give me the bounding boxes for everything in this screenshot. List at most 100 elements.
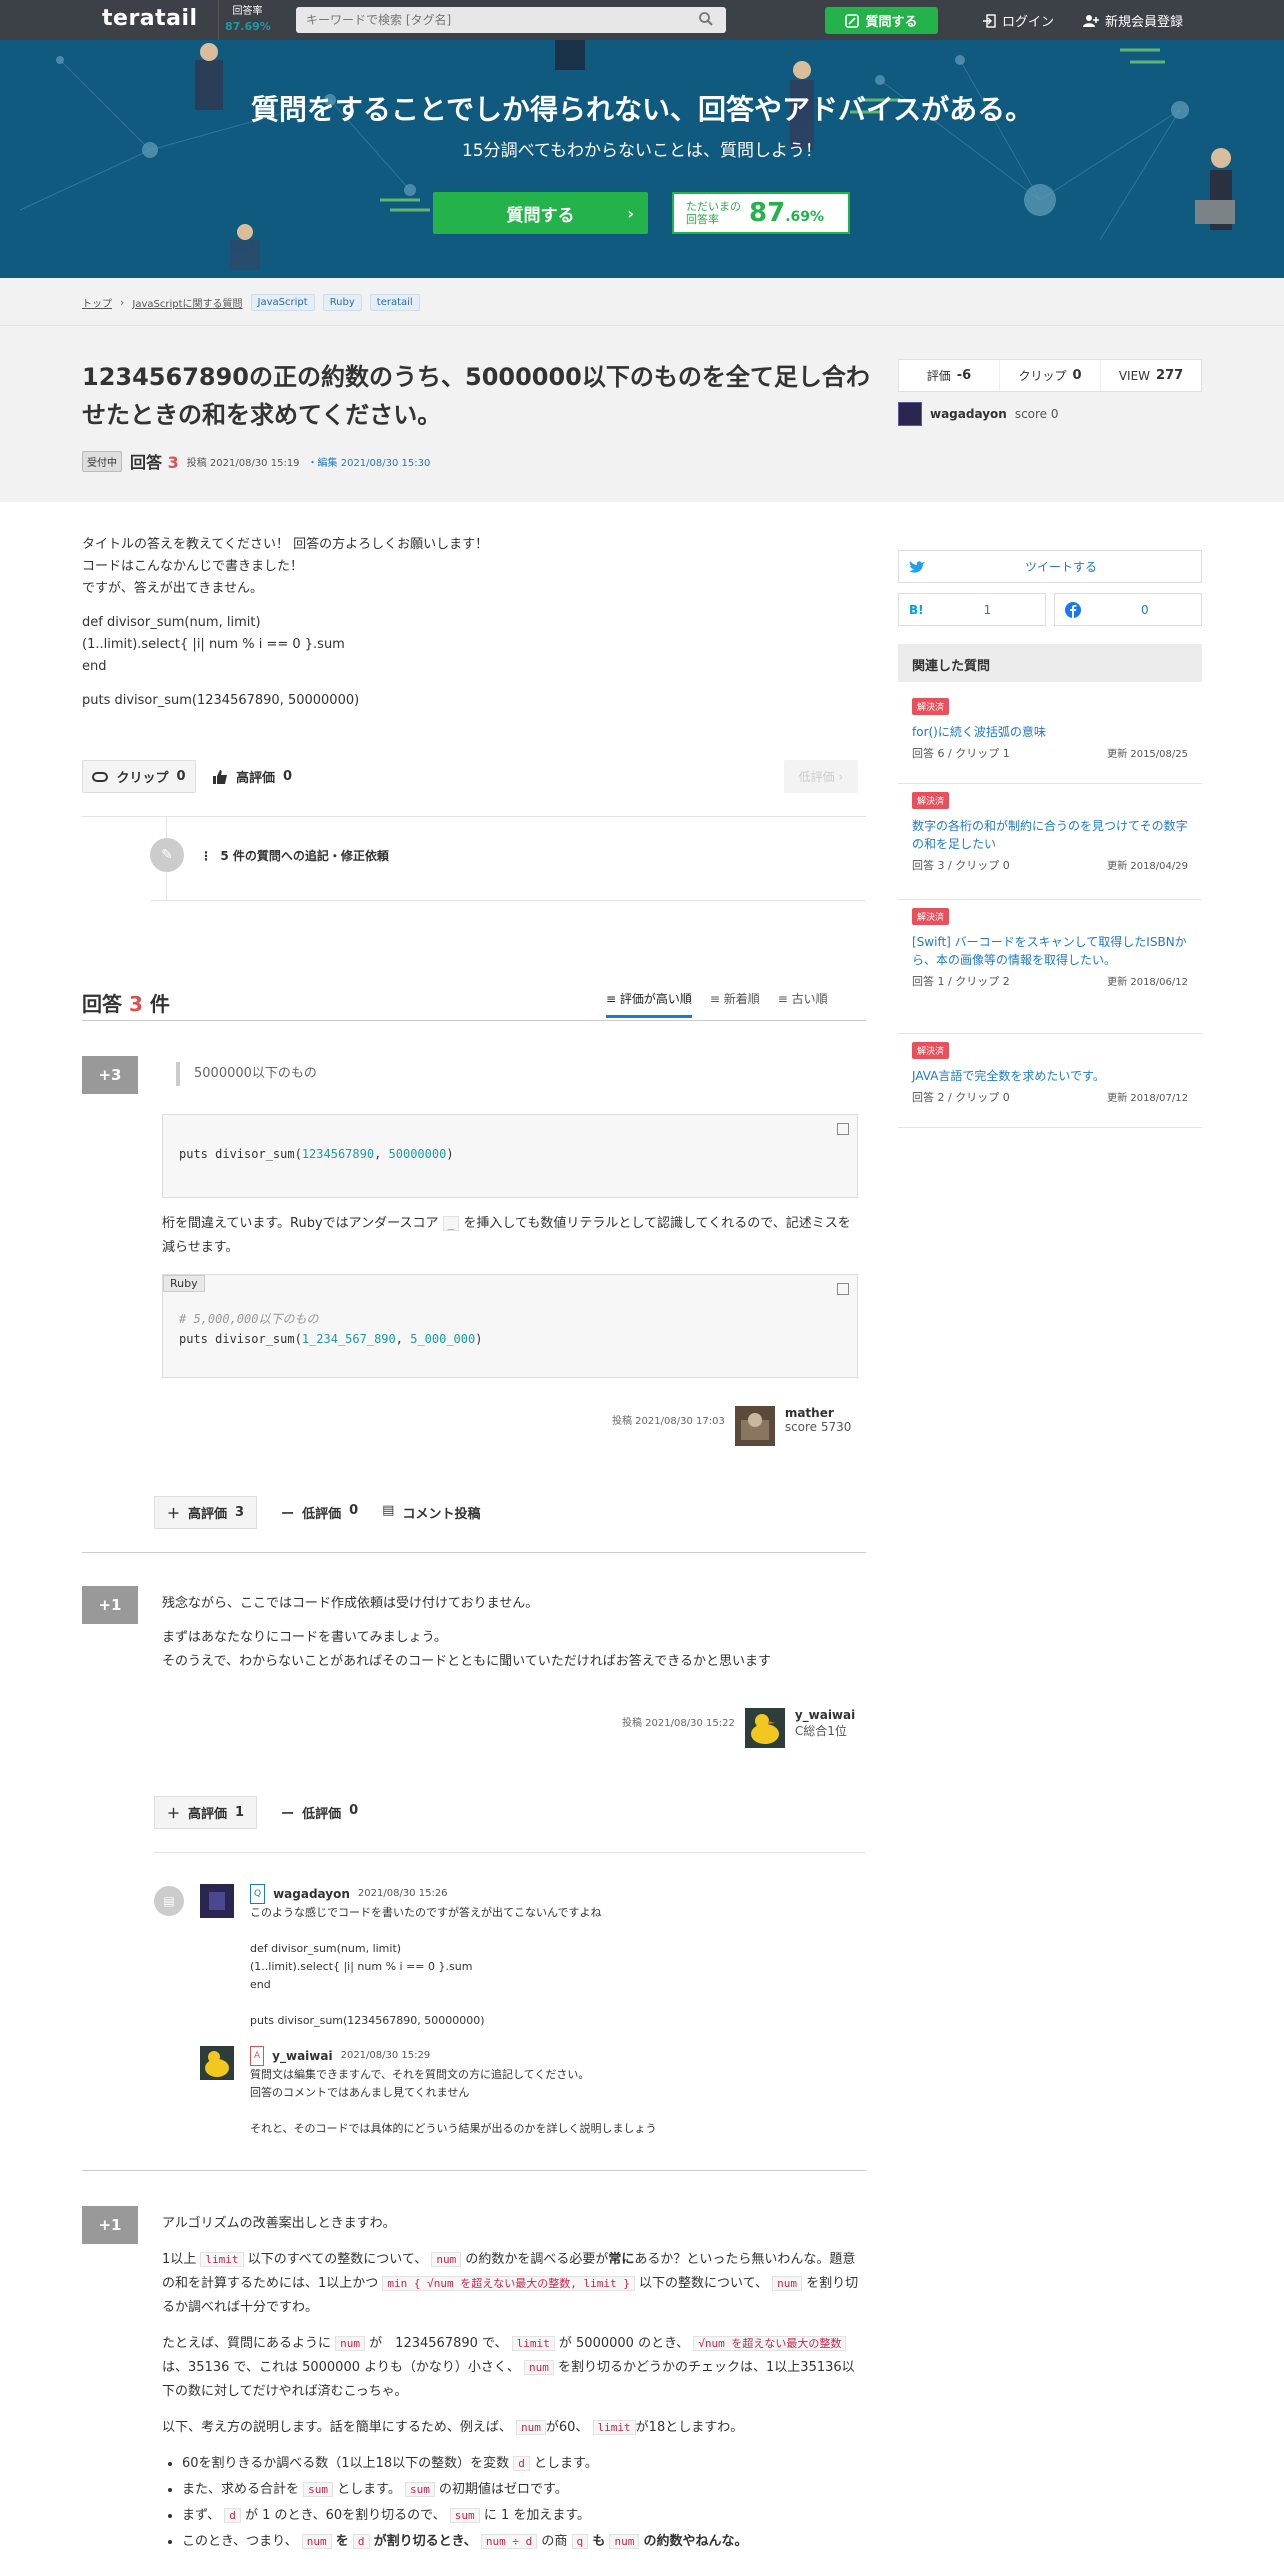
tag-javascript[interactable]: JavaScript: [250, 294, 315, 311]
avatar[interactable]: [734, 1406, 775, 1446]
question-title: 1234567890の正の約数のうち、5000000以下のものを全て足し合わせた…: [82, 363, 870, 429]
tag-ruby[interactable]: Ruby: [322, 294, 362, 311]
related-question-link[interactable]: for()に続く波括弧の意味: [912, 723, 1188, 741]
login-icon: [983, 13, 996, 28]
related-question-link[interactable]: 数字の各桁の和が制約に合うのを見つけてその数字の和を足したい: [912, 817, 1188, 853]
edited-date[interactable]: ・編集 2021/08/30 15:30: [308, 454, 431, 469]
related-question-item: 解決済 JAVA言語で完全数を求めたいです。 回答 2 / クリップ 0 更新 2…: [898, 1042, 1202, 1128]
answer-score: +1: [82, 2206, 138, 2244]
breadcrumb-separator: ›: [120, 296, 125, 309]
pencil-icon: [845, 13, 860, 28]
edit-requests-toggle[interactable]: ✎ ⋮ 5 件の質問への追記・修正依頼: [150, 838, 389, 872]
related-question-link[interactable]: JAVA言語で完全数を求めたいです。: [912, 1067, 1188, 1085]
related-question-item: 解決済 for()に続く波括弧の意味 回答 6 / クリップ 1 更新 2015/…: [898, 698, 1202, 784]
upvote-button[interactable]: 高評価 0: [212, 760, 292, 793]
related-question-date: 更新 2018/07/12: [1107, 1093, 1188, 1104]
comment-date: 2021/08/30 15:26: [357, 1888, 448, 1899]
register-link[interactable]: 新規会員登録: [1083, 11, 1183, 30]
answer-quote: 5000000以下のもの: [176, 1062, 317, 1086]
answer-sort-tabs: ≡ 評価が高い順 ≡ 新着順 ≡ 古い順: [606, 990, 828, 1018]
minus-icon: ー: [281, 1807, 295, 1822]
copy-icon[interactable]: [837, 1283, 849, 1295]
comment-item: Q wagadayon 2021/08/30 15:26 このような感じでコード…: [250, 1884, 862, 2030]
hero-ask-button[interactable]: 質問する ›: [433, 192, 648, 234]
avatar[interactable]: [200, 1884, 234, 1918]
answer-rate-widget: 回答率 87.69%: [218, 0, 276, 40]
search-icon[interactable]: [698, 11, 714, 27]
hatena-icon: B!: [909, 602, 924, 617]
login-link[interactable]: ログイン: [982, 11, 1054, 30]
comment-button[interactable]: ▤ コメント投稿: [382, 1503, 480, 1522]
tab-sort-newest[interactable]: ≡ 新着順: [710, 990, 760, 1018]
tweet-button[interactable]: ツイートする: [898, 550, 1202, 583]
question-body-text: タイトルの答えを教えてください！ 回答の方よろしくお願いします！ コードはこんな…: [82, 537, 489, 596]
divider: [150, 900, 866, 901]
downvote-button[interactable]: ー低評価 0: [281, 1503, 358, 1522]
answer-text: 桁を間違えています。Rubyではアンダースコア _ を挿入しても数値リテラルとし…: [162, 1216, 851, 1255]
code-line: puts divisor_sum(1234567890, 50000000): [179, 1147, 454, 1161]
ask-question-label: 質問する: [865, 15, 918, 30]
question-author[interactable]: wagadayon score 0: [898, 402, 1059, 426]
upvote-button[interactable]: ＋高評価 1: [154, 1796, 258, 1829]
comment-icon: ▤: [382, 1503, 395, 1518]
hatena-bookmark-button[interactable]: B! 1: [898, 593, 1046, 626]
hero-rate-big: 87: [749, 198, 786, 228]
answer-user-rank: C総合1位: [794, 1724, 847, 1738]
related-question-counts: 回答 3 / クリップ 0: [912, 859, 1010, 872]
stat-view: VIEW 277: [1118, 368, 1184, 383]
downvote-button[interactable]: ー低評価 0: [281, 1803, 358, 1822]
answer-author: 投稿 2021/08/30 15:22 y_waiwai C総合1位: [622, 1708, 855, 1748]
divider: [82, 1552, 866, 1553]
answer-score: +1: [82, 1586, 138, 1624]
clip-icon: [92, 771, 109, 782]
answer-text: 残念ながら、ここではコード作成依頼は受け付けておりません。 まずはあなたなりにコ…: [162, 1596, 772, 1669]
edit-request-icon: ✎: [150, 838, 184, 872]
search-input[interactable]: [296, 7, 726, 33]
comment-date: 2021/08/30 15:29: [340, 2050, 431, 2061]
question-body: タイトルの答えを教えてください！ 回答の方よろしくお願いします！ コードはこんな…: [82, 534, 862, 724]
answer-user-name[interactable]: y_waiwai: [795, 1708, 855, 1722]
role-badge-answer: A: [250, 2046, 265, 2066]
code-lines: # 5,000,000以下のもの puts divisor_sum(1_234_…: [179, 1312, 483, 1346]
code-language-label: Ruby: [163, 1275, 205, 1292]
comment-user[interactable]: y_waiwai: [272, 2047, 332, 2065]
answer-rate-value: 87.69%: [225, 20, 271, 33]
answer-user-name[interactable]: mather: [785, 1406, 852, 1420]
avatar[interactable]: [200, 2046, 234, 2080]
tab-sort-oldest[interactable]: ≡ 古い順: [778, 990, 828, 1018]
list-item: このとき、つまり、 num を d が割り切るとき、 num ÷ d の商 q …: [182, 2530, 862, 2554]
related-question-date: 更新 2015/08/25: [1107, 749, 1188, 760]
ask-question-button[interactable]: 質問する: [825, 7, 938, 34]
related-question-link[interactable]: [Swift] バーコードをスキャンして取得したISBNから、本の画像等の情報を…: [912, 933, 1188, 969]
register-label: 新規会員登録: [1105, 15, 1184, 30]
breadcrumb-top[interactable]: トップ: [82, 295, 112, 310]
answer-count: 回答 3: [130, 453, 179, 472]
avatar[interactable]: [744, 1708, 785, 1748]
tab-sort-rating[interactable]: ≡ 評価が高い順: [606, 990, 692, 1018]
divider: [82, 816, 866, 817]
share-buttons: B! 1 0: [898, 593, 1202, 626]
avatar[interactable]: [898, 402, 922, 426]
thumbs-up-icon: [213, 769, 227, 784]
comment-user[interactable]: wagadayon: [273, 1885, 350, 1903]
minus-icon: ー: [281, 1507, 295, 1522]
solved-badge: 解決済: [912, 792, 950, 809]
author-name[interactable]: wagadayon: [930, 407, 1007, 421]
answer-rate-label: 回答率: [232, 6, 263, 17]
explanation-list: 60を割りきるか調べる数（1以上18以下の整数）を変数 d とします。 また、求…: [162, 2452, 862, 2554]
breadcrumb-parent[interactable]: JavaScriptに関する質問: [132, 295, 242, 310]
upvote-button[interactable]: ＋高評価 3: [154, 1496, 258, 1529]
facebook-icon: [1065, 601, 1081, 618]
question-header: 1234567890の正の約数のうち、5000000以下のものを全て足し合わせた…: [0, 326, 1284, 502]
top-navbar: teratail 回答率 87.69% 質問する ログイン 新規会員登録: [0, 0, 1284, 40]
related-question-item: 解決済 数字の各桁の和が制約に合うのを見つけてその数字の和を足したい 回答 3 …: [898, 792, 1202, 900]
tag-teratail[interactable]: teratail: [369, 294, 420, 311]
question-stats: 評価 -6 クリップ 0 VIEW 277: [898, 359, 1202, 392]
status-badge: 受付中: [82, 450, 122, 472]
site-logo[interactable]: teratail: [102, 6, 198, 31]
answer-vote-row: ＋高評価 1 ー低評価 0: [154, 1796, 358, 1829]
question-actions: クリップ 0 高評価 0 低評価 ›: [82, 760, 862, 794]
facebook-share-button[interactable]: 0: [1054, 593, 1202, 626]
copy-icon[interactable]: [837, 1123, 849, 1135]
clip-button[interactable]: クリップ 0: [82, 760, 196, 793]
